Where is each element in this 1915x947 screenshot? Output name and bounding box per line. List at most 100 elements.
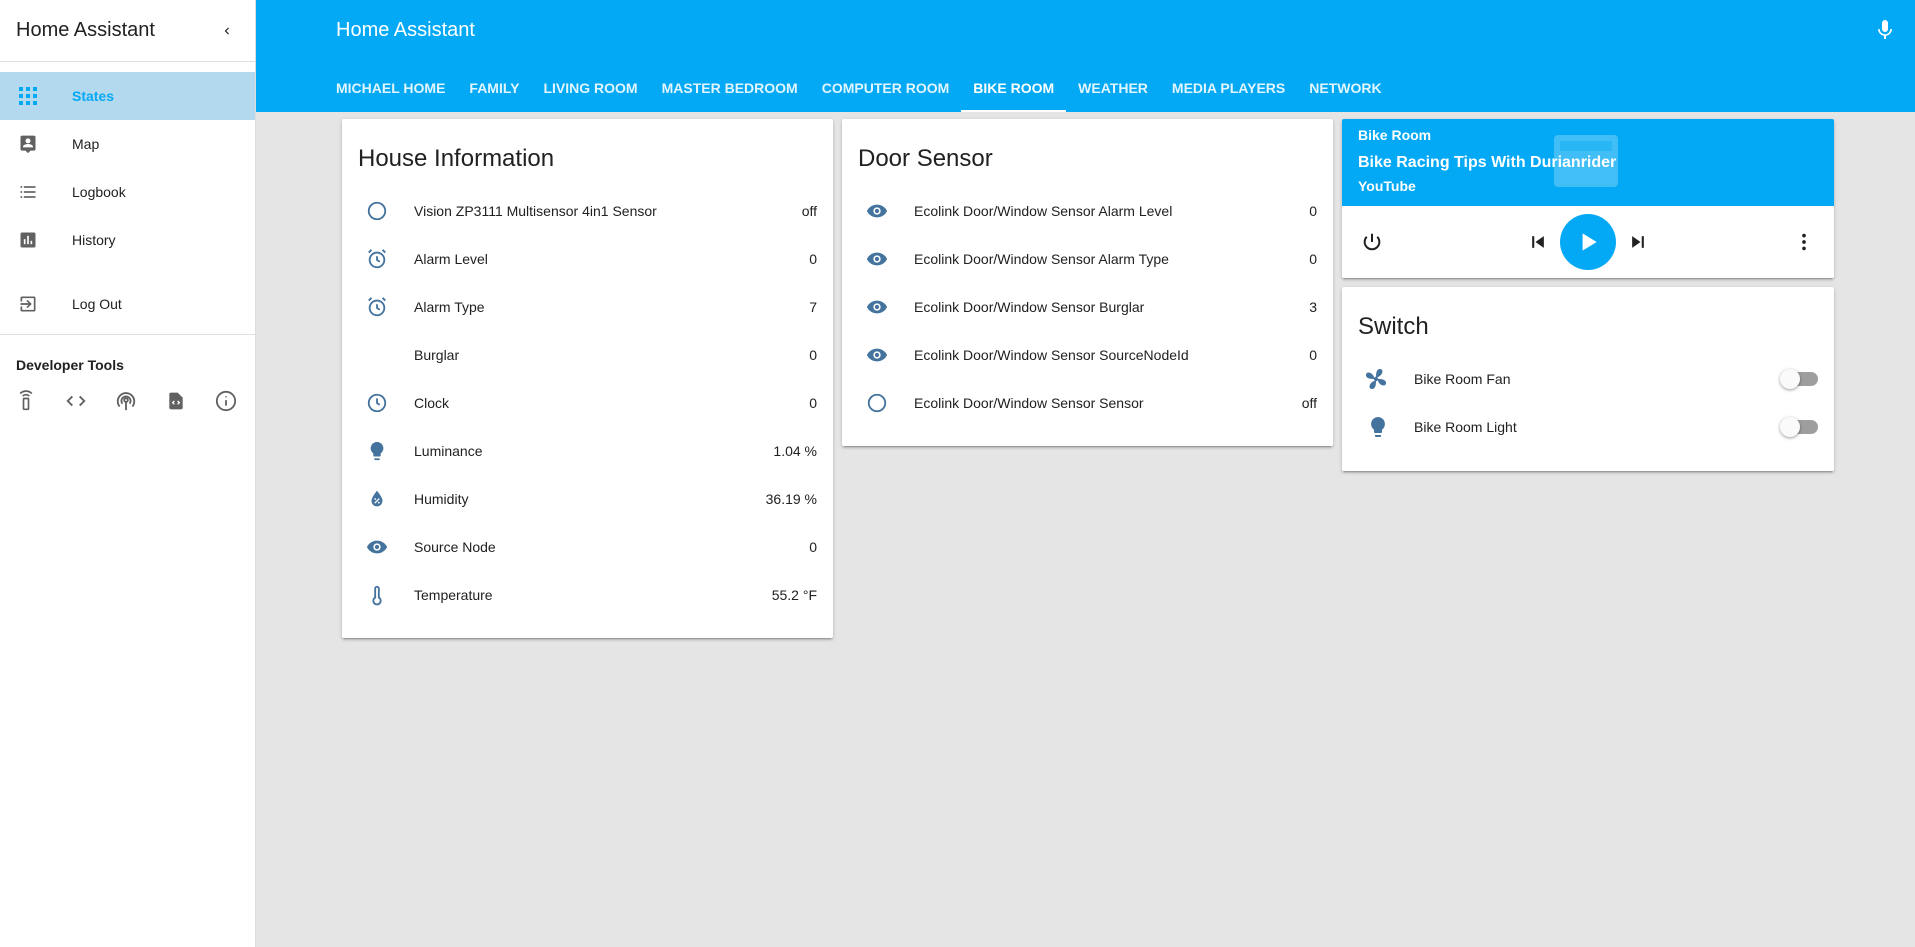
sidebar-item-logbook[interactable]: Logbook — [0, 168, 255, 216]
view-tabs: MICHAEL HOME FAMILY LIVING ROOM MASTER B… — [336, 64, 1394, 112]
next-track-icon[interactable] — [1620, 224, 1656, 260]
bike-room-fan-toggle[interactable] — [1780, 369, 1818, 389]
house-info-row[interactable]: Alarm Level 0 — [342, 235, 833, 283]
lightbulb-icon — [1358, 415, 1398, 439]
entity-name: Alarm Type — [414, 299, 485, 315]
tab-network[interactable]: NETWORK — [1297, 64, 1393, 112]
circle-outline-icon — [858, 391, 898, 415]
entity-name: Temperature — [414, 587, 493, 603]
house-info-row[interactable]: Luminance 1.04 % — [342, 427, 833, 475]
logbook-icon — [16, 180, 40, 204]
house-info-row[interactable]: Clock 0 — [342, 379, 833, 427]
entity-name: Burglar — [414, 347, 460, 363]
code-icon[interactable] — [64, 389, 88, 413]
entity-name: Ecolink Door/Window Sensor SourceNodeId — [914, 347, 1189, 363]
tab-weather[interactable]: WEATHER — [1066, 64, 1160, 112]
media-title: Bike Racing Tips With Durianrider — [1358, 154, 1617, 171]
sidebar-item-label: States — [72, 88, 115, 104]
developer-tools-title: Developer Tools — [16, 357, 124, 373]
house-info-row[interactable]: Burglar 0 — [342, 331, 833, 379]
switch-row-bike-room-fan[interactable]: Bike Room Fan — [1342, 355, 1834, 403]
switch-name: Bike Room Light — [1414, 419, 1517, 435]
sidebar: Home Assistant States Map Logbook Histor… — [0, 0, 256, 947]
door-sensor-row[interactable]: Ecolink Door/Window Sensor Sensor off — [842, 379, 1333, 427]
entity-state: 1.04 % — [773, 443, 817, 459]
entity-state: 7 — [809, 299, 817, 315]
power-icon[interactable] — [1354, 224, 1390, 260]
water-percent-icon — [358, 487, 398, 511]
card-title: House Information — [358, 145, 555, 172]
logout-label: Log Out — [72, 296, 122, 312]
eye-icon — [858, 247, 898, 271]
door-sensor-card: Door Sensor Ecolink Door/Window Sensor A… — [842, 119, 1333, 446]
house-info-row[interactable]: Temperature 55.2 °F — [342, 571, 833, 619]
entity-state: 55.2 °F — [771, 587, 817, 603]
remote-icon[interactable] — [14, 389, 38, 413]
entity-state: 0 — [809, 539, 817, 555]
entity-state: 36.19 % — [765, 491, 817, 507]
sidebar-item-label: Logbook — [72, 184, 126, 200]
house-information-card: House Information Vision ZP3111 Multisen… — [342, 119, 833, 638]
entity-state: 0 — [809, 347, 817, 363]
alarm-icon — [358, 247, 398, 271]
entity-state: 0 — [1309, 251, 1317, 267]
door-sensor-row[interactable]: Ecolink Door/Window Sensor Alarm Type 0 — [842, 235, 1333, 283]
entity-state: 3 — [1309, 299, 1317, 315]
card-title: Door Sensor — [858, 145, 993, 172]
tab-living-room[interactable]: LIVING ROOM — [531, 64, 649, 112]
media-info: Bike Room Bike Racing Tips With Durianri… — [1342, 119, 1834, 206]
house-info-row[interactable]: Alarm Type 7 — [342, 283, 833, 331]
tab-media-players[interactable]: MEDIA PLAYERS — [1160, 64, 1297, 112]
eye-icon — [858, 295, 898, 319]
sidebar-item-map[interactable]: Map — [0, 120, 255, 168]
entity-state: off — [801, 203, 817, 219]
tab-michael-home[interactable]: MICHAEL HOME — [336, 64, 457, 112]
entity-state: 0 — [1309, 203, 1317, 219]
entity-name: Ecolink Door/Window Sensor Alarm Level — [914, 203, 1173, 219]
sidebar-header: Home Assistant — [0, 0, 255, 62]
entity-state: off — [1301, 395, 1317, 411]
entity-name: Ecolink Door/Window Sensor Sensor — [914, 395, 1144, 411]
entity-state: 0 — [809, 251, 817, 267]
bike-room-light-toggle[interactable] — [1780, 417, 1818, 437]
entity-name: Vision ZP3111 Multisensor 4in1 Sensor — [414, 203, 657, 219]
circle-outline-icon — [358, 199, 398, 223]
door-sensor-row[interactable]: Ecolink Door/Window Sensor Burglar 3 — [842, 283, 1333, 331]
logout-button[interactable]: Log Out — [0, 280, 255, 328]
switch-card: Switch Bike Room Fan Bike Room Light — [1342, 287, 1834, 471]
house-info-row[interactable]: Vision ZP3111 Multisensor 4in1 Sensor off — [342, 187, 833, 235]
more-vert-icon[interactable] — [1786, 224, 1822, 260]
sidebar-item-label: Map — [72, 136, 100, 152]
previous-track-icon[interactable] — [1520, 224, 1556, 260]
tab-computer-room[interactable]: COMPUTER ROOM — [810, 64, 962, 112]
chevron-left-icon[interactable] — [215, 19, 239, 43]
top-app-bar: Home Assistant MICHAEL HOME FAMILY LIVIN… — [256, 0, 1915, 112]
tab-family[interactable]: FAMILY — [457, 64, 531, 112]
switch-row-bike-room-light[interactable]: Bike Room Light — [1342, 403, 1834, 451]
house-info-row[interactable]: Humidity 36.19 % — [342, 475, 833, 523]
blank-icon — [358, 343, 398, 367]
broadcast-icon[interactable] — [114, 389, 138, 413]
info-icon[interactable] — [214, 389, 238, 413]
tab-master-bedroom[interactable]: MASTER BEDROOM — [650, 64, 810, 112]
door-sensor-row[interactable]: Ecolink Door/Window Sensor Alarm Level 0 — [842, 187, 1333, 235]
entity-name: Ecolink Door/Window Sensor Burglar — [914, 299, 1145, 315]
entity-name: Luminance — [414, 443, 483, 459]
house-info-row[interactable]: Source Node 0 — [342, 523, 833, 571]
entity-name: Clock — [414, 395, 450, 411]
door-sensor-row[interactable]: Ecolink Door/Window Sensor SourceNodeId 0 — [842, 331, 1333, 379]
sidebar-item-history[interactable]: History — [0, 216, 255, 264]
map-icon — [16, 132, 40, 156]
microphone-icon[interactable] — [1873, 18, 1897, 42]
entity-name: Ecolink Door/Window Sensor Alarm Type — [914, 251, 1169, 267]
thermometer-icon — [358, 583, 398, 607]
developer-tools — [0, 383, 255, 419]
fan-icon — [1358, 367, 1398, 391]
template-icon[interactable] — [164, 389, 188, 413]
sidebar-item-states[interactable]: States — [0, 72, 255, 120]
eye-icon — [358, 535, 398, 559]
tab-bike-room[interactable]: BIKE ROOM — [961, 64, 1067, 112]
entity-name: Source Node — [414, 539, 496, 555]
grid-icon — [16, 84, 40, 108]
play-button[interactable] — [1560, 214, 1616, 270]
